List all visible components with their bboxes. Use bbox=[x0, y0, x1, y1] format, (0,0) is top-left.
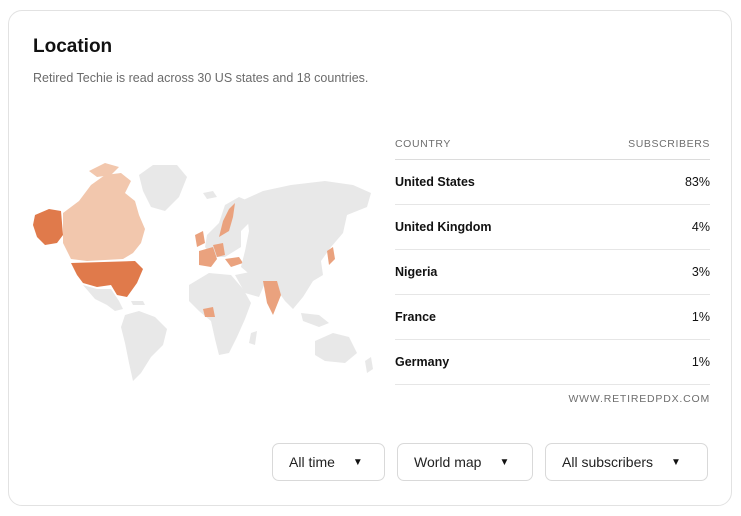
world-map bbox=[33, 163, 373, 381]
time-range-label: All time bbox=[289, 454, 335, 470]
map-canada[interactable] bbox=[63, 173, 145, 261]
country-name: France bbox=[395, 310, 436, 324]
table-row: Germany 1% bbox=[395, 340, 710, 385]
table-header: COUNTRY SUBSCRIBERS bbox=[395, 129, 710, 160]
map-south-america[interactable] bbox=[121, 311, 167, 381]
table-row: Nigeria 3% bbox=[395, 250, 710, 295]
subscriber-share: 3% bbox=[691, 265, 710, 279]
view-mode-label: World map bbox=[414, 454, 482, 470]
time-range-dropdown[interactable]: All time ▼ bbox=[272, 443, 385, 481]
map-uk[interactable] bbox=[195, 231, 205, 247]
subscriber-share: 83% bbox=[684, 175, 710, 189]
map-australia[interactable] bbox=[315, 333, 357, 363]
subscriber-share: 1% bbox=[691, 310, 710, 324]
table-row: France 1% bbox=[395, 295, 710, 340]
audience-dropdown[interactable]: All subscribers ▼ bbox=[545, 443, 708, 481]
caret-down-icon: ▼ bbox=[352, 456, 363, 468]
card-title: Location bbox=[33, 36, 113, 57]
map-greenland[interactable] bbox=[139, 165, 187, 211]
map-southeast-asia[interactable] bbox=[301, 313, 329, 327]
country-name: United States bbox=[395, 175, 475, 189]
map-new-zealand[interactable] bbox=[365, 357, 373, 373]
map-india[interactable] bbox=[263, 281, 281, 315]
map-eastern-europe[interactable] bbox=[225, 257, 243, 267]
caret-down-icon: ▼ bbox=[671, 456, 681, 468]
country-name: Nigeria bbox=[395, 265, 438, 279]
filter-bar: All time ▼ World map ▼ All subscribers ▼ bbox=[272, 443, 708, 481]
country-table: COUNTRY SUBSCRIBERS United States 83% Un… bbox=[395, 129, 710, 405]
map-iceland[interactable] bbox=[203, 191, 217, 199]
map-caribbean[interactable] bbox=[131, 301, 145, 305]
card-subtitle: Retired Techie is read across 30 US stat… bbox=[33, 71, 369, 85]
site-watermark: WWW.RETIREDPDX.COM bbox=[568, 393, 710, 405]
table-row: United States 83% bbox=[395, 160, 710, 205]
view-mode-dropdown[interactable]: World map ▼ bbox=[397, 443, 533, 481]
map-alaska[interactable] bbox=[33, 209, 63, 245]
location-card: Location Retired Techie is read across 3… bbox=[8, 10, 732, 506]
caret-down-icon: ▼ bbox=[499, 456, 510, 468]
subscriber-share: 1% bbox=[691, 355, 710, 369]
table-row: United Kingdom 4% bbox=[395, 205, 710, 250]
country-name: United Kingdom bbox=[395, 220, 492, 234]
audience-label: All subscribers bbox=[562, 454, 654, 470]
country-name: Germany bbox=[395, 355, 450, 369]
column-header-subscribers: SUBSCRIBERS bbox=[628, 138, 710, 150]
column-header-country: COUNTRY bbox=[395, 138, 451, 150]
map-madagascar[interactable] bbox=[249, 331, 257, 345]
subscriber-share: 4% bbox=[691, 220, 710, 234]
